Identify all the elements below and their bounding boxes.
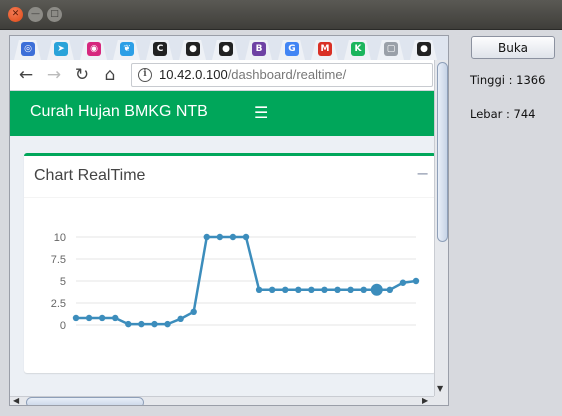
- data-point: [72, 314, 80, 322]
- scroll-down-arrow-icon[interactable]: ▼: [437, 384, 443, 393]
- browser-tab[interactable]: K: [344, 40, 371, 60]
- data-point: [412, 277, 420, 285]
- browser-tab[interactable]: C: [146, 40, 173, 60]
- window-close-button[interactable]: ✕: [8, 7, 23, 22]
- realtime-line-chart: 0 2.5 5 7.5 10: [51, 232, 420, 332]
- y-tick-label: 5: [60, 276, 66, 288]
- buka-button[interactable]: Buka: [471, 36, 555, 59]
- browser-tab[interactable]: ●: [410, 40, 437, 60]
- document-icon: ▢: [384, 42, 398, 56]
- data-point: [138, 320, 145, 328]
- code-icon: C: [153, 42, 167, 56]
- scroll-right-arrow-icon[interactable]: ▶: [422, 396, 428, 405]
- data-point: [229, 233, 237, 241]
- url-text: 10.42.0.100/dashboard/realtime/: [159, 67, 346, 82]
- browser-toolbar: ← → ↻ ⌂ i 10.42.0.100/dashboard/realtime…: [10, 60, 448, 91]
- data-point: [386, 286, 394, 293]
- horizontal-scrollbar-thumb[interactable]: [26, 397, 144, 405]
- github-icon: ●: [417, 42, 431, 56]
- browser-tab-strip: ◎ ➤ ◉ ❦ C ● ● B G M K ▢ ●: [10, 36, 448, 60]
- browser-tab[interactable]: ◉: [80, 40, 107, 60]
- data-point: [370, 283, 383, 296]
- data-point: [282, 286, 289, 293]
- address-bar[interactable]: i 10.42.0.100/dashboard/realtime/: [131, 63, 433, 87]
- horizontal-scrollbar[interactable]: ◀ ▶: [10, 396, 434, 405]
- scroll-left-arrow-icon[interactable]: ◀: [13, 396, 19, 405]
- data-point: [321, 286, 328, 293]
- instagram-icon: ◉: [87, 42, 101, 56]
- data-point: [190, 308, 197, 315]
- y-tick-label: 10: [54, 232, 66, 244]
- data-point: [203, 233, 210, 241]
- window-titlebar: ✕ — □: [0, 0, 562, 30]
- url-path: /dashboard/realtime/: [227, 67, 347, 82]
- browser-tab[interactable]: ●: [212, 40, 239, 60]
- forward-icon[interactable]: →: [44, 65, 64, 85]
- data-point: [125, 320, 132, 328]
- browser-tab[interactable]: ●: [179, 40, 206, 60]
- shield-icon: ◎: [21, 42, 35, 56]
- reload-icon[interactable]: ↻: [72, 65, 92, 85]
- site-header: Curah Hujan BMKG NTB ☰: [10, 91, 434, 136]
- data-point: [112, 314, 119, 322]
- browser-tab[interactable]: ➤: [47, 40, 74, 60]
- data-point: [347, 286, 354, 293]
- k-icon: K: [351, 42, 365, 56]
- lebar-label: Lebar : 744: [470, 107, 536, 121]
- vertical-scrollbar-thumb[interactable]: [437, 62, 448, 242]
- browser-view: ◎ ➤ ◉ ❦ C ● ● B G M K ▢ ● ← → ↻ ⌂ i 10.42.0.100/dash…: [9, 35, 449, 406]
- browser-tab[interactable]: ❦: [113, 40, 140, 60]
- window-minimize-button[interactable]: —: [28, 7, 43, 22]
- y-tick-label: 0: [60, 320, 66, 332]
- data-point: [268, 286, 276, 293]
- data-point: [216, 233, 224, 241]
- browser-tab[interactable]: ◎: [14, 40, 41, 60]
- bootstrap-icon: B: [252, 42, 266, 56]
- site-brand[interactable]: Curah Hujan BMKG NTB: [30, 103, 208, 121]
- browser-tab[interactable]: G: [278, 40, 305, 60]
- url-host: 10.42.0.100: [159, 67, 228, 82]
- data-point: [295, 286, 302, 293]
- home-icon[interactable]: ⌂: [100, 65, 120, 85]
- data-point: [334, 286, 341, 293]
- data-point: [164, 320, 171, 328]
- data-point: [98, 314, 106, 322]
- data-point: [360, 286, 367, 293]
- chart-box: Chart RealTime − 0 2.5 5 7.5 10: [24, 153, 436, 373]
- data-point: [177, 315, 184, 323]
- data-point: [399, 279, 407, 286]
- page-content: Chart RealTime − 0 2.5 5 7.5 10: [10, 136, 436, 396]
- telegram-icon: ➤: [54, 42, 68, 56]
- vertical-scrollbar[interactable]: ▼: [434, 60, 448, 396]
- scrollbar-corner: [434, 396, 448, 405]
- twitter-icon: ❦: [120, 42, 134, 56]
- data-point: [242, 233, 250, 241]
- github-icon: ●: [219, 42, 233, 56]
- y-tick-label: 2.5: [51, 298, 66, 310]
- data-point: [255, 286, 263, 293]
- browser-tab[interactable]: ▢: [377, 40, 404, 60]
- app-window: Buka Tinggi : 1366 Lebar : 744 ◎ ➤ ◉ ❦ C ● ● B G…: [0, 30, 562, 416]
- github-icon: ●: [186, 42, 200, 56]
- y-tick-label: 7.5: [51, 254, 66, 266]
- gmail-icon: M: [318, 42, 332, 56]
- browser-tab[interactable]: M: [311, 40, 338, 60]
- google-icon: G: [285, 42, 299, 56]
- hamburger-menu-icon[interactable]: ☰: [254, 103, 270, 123]
- data-point: [308, 286, 315, 293]
- back-icon[interactable]: ←: [16, 65, 36, 85]
- site-info-icon[interactable]: i: [138, 68, 152, 82]
- data-point: [151, 320, 158, 328]
- browser-tab[interactable]: B: [245, 40, 272, 60]
- window-maximize-button[interactable]: □: [47, 7, 62, 22]
- data-point: [85, 314, 93, 322]
- tinggi-label: Tinggi : 1366: [470, 73, 546, 87]
